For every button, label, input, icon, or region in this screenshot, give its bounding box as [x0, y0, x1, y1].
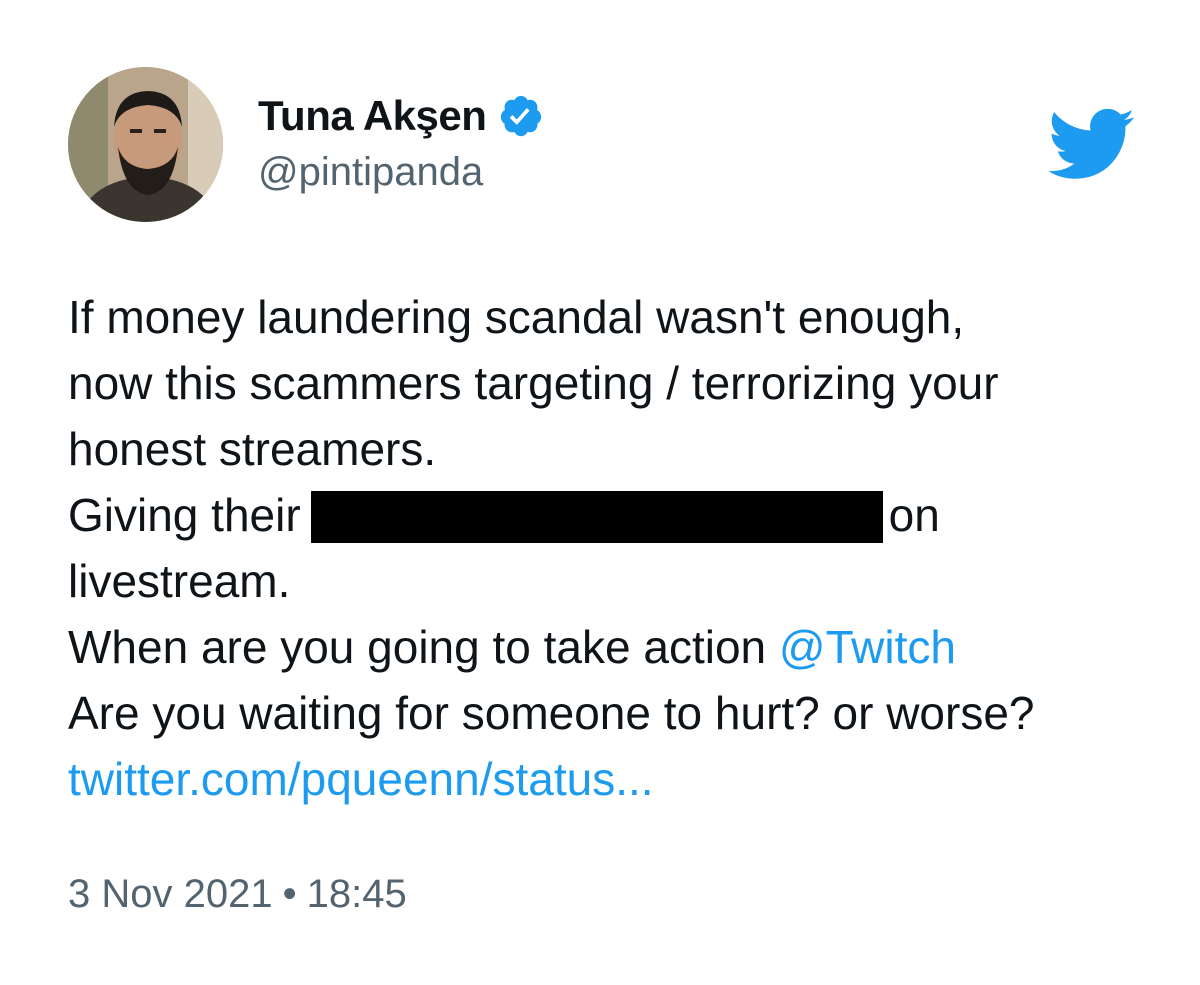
- verified-badge-icon: [498, 93, 544, 139]
- tweet-line: livestream.: [68, 555, 291, 607]
- redaction-bar: [310, 491, 883, 543]
- tweet-time: 18:45: [306, 872, 407, 916]
- tweet-line: If money laundering scandal wasn't enoug…: [68, 291, 965, 343]
- tweet-text-fragment: on: [888, 489, 940, 541]
- mention-link[interactable]: @Twitch: [779, 621, 956, 673]
- tweet-text-fragment: When are you going to take action: [68, 621, 779, 673]
- tweet-card: Tuna Akşen @pintipanda If money launderi…: [0, 0, 1200, 985]
- twitter-bird-icon: [1044, 106, 1136, 182]
- timestamp-separator: •: [282, 872, 297, 916]
- tweet-line: honest streamers.: [68, 423, 437, 475]
- tweet-text-fragment: Giving their: [68, 489, 301, 541]
- author-name[interactable]: Tuna Akşen: [258, 92, 487, 140]
- tweet-timestamp[interactable]: 3 Nov 2021 • 18:45: [68, 872, 407, 917]
- tweet-line-redacted: Giving their on: [68, 482, 1158, 548]
- tweet-line: Are you waiting for someone to hurt? or …: [68, 687, 1035, 739]
- tweet-text: If money laundering scandal wasn't enoug…: [68, 284, 1158, 812]
- author-handle[interactable]: @pintipanda: [258, 150, 483, 195]
- tweet-line-mention: When are you going to take action @Twitc…: [68, 614, 1158, 680]
- quoted-tweet-link[interactable]: twitter.com/pqueenn/status...: [68, 746, 1158, 812]
- avatar[interactable]: [68, 67, 223, 222]
- tweet-line: now this scammers targeting / terrorizin…: [68, 357, 999, 409]
- tweet-date: 3 Nov 2021: [68, 872, 273, 916]
- author-name-row: Tuna Akşen: [258, 88, 544, 144]
